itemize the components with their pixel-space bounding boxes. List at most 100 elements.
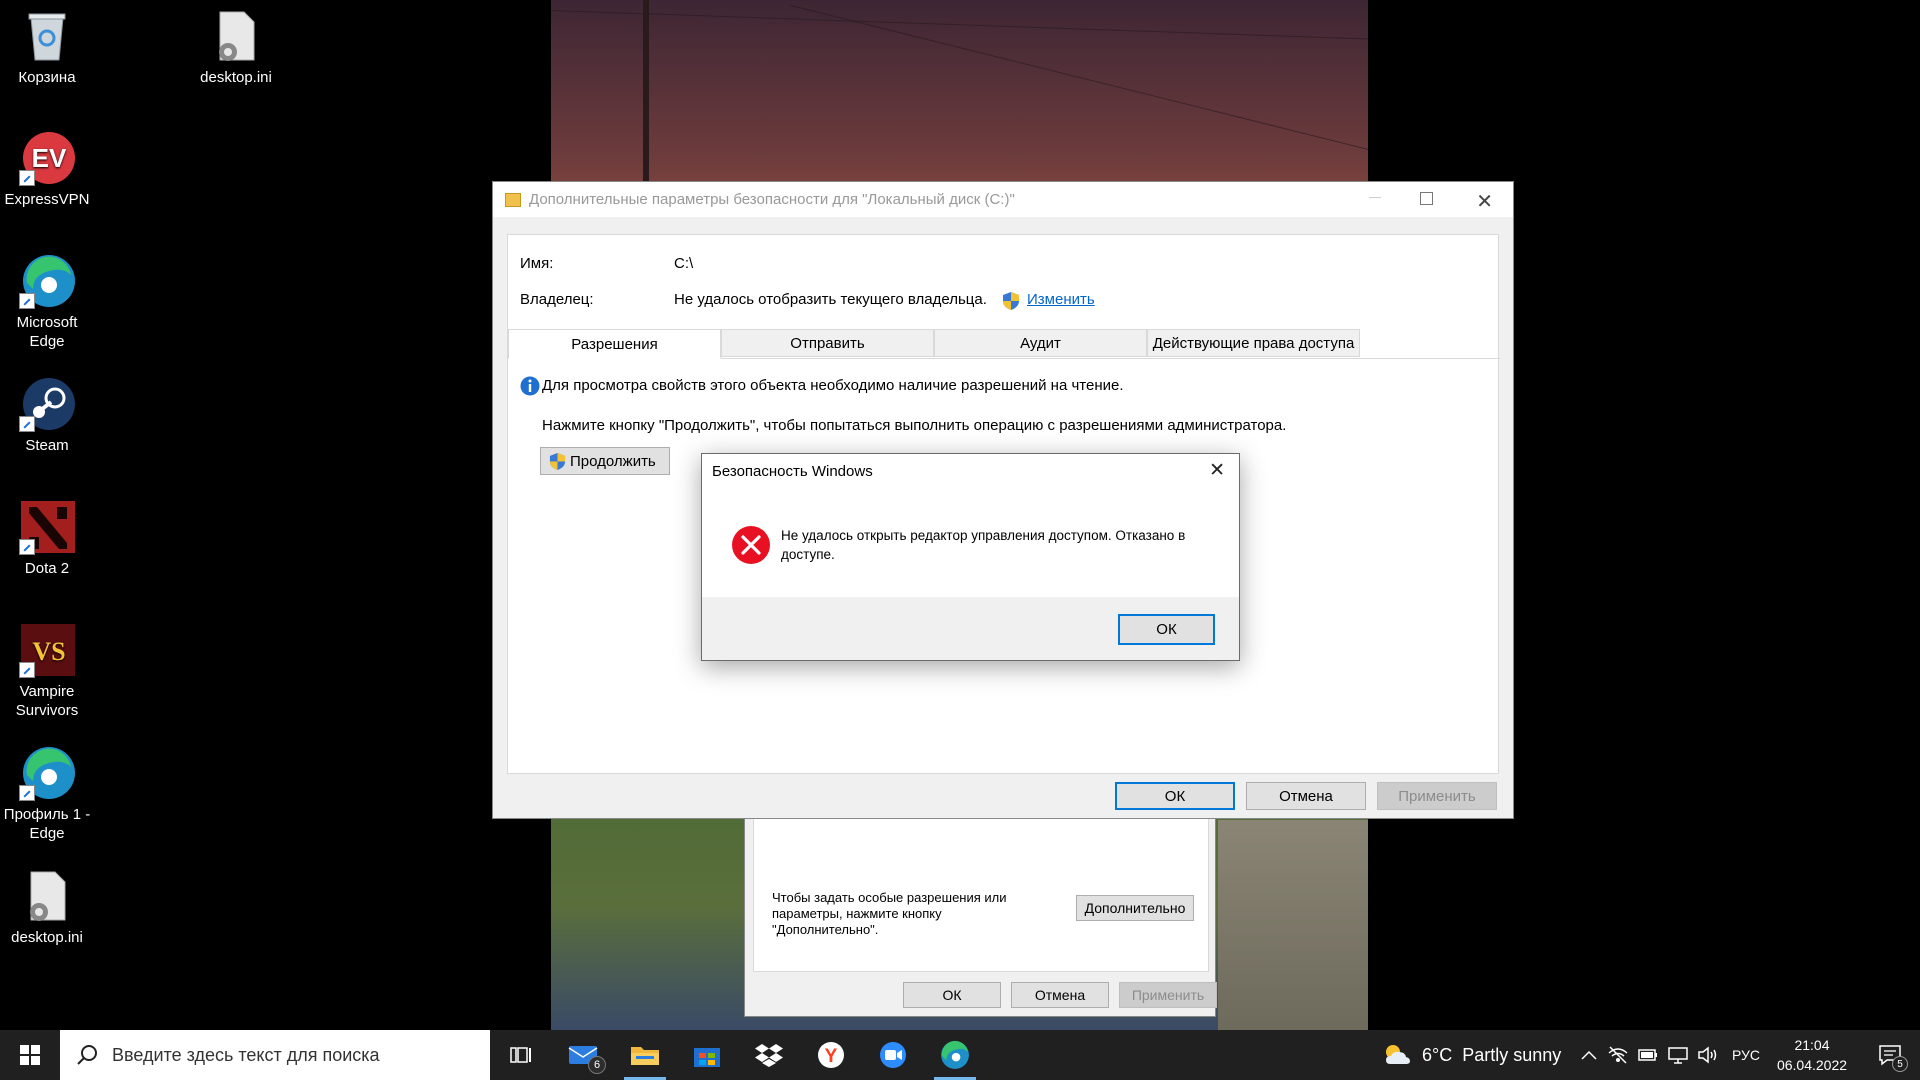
edge-icon	[19, 745, 75, 801]
continue-button[interactable]: Продолжить	[540, 447, 670, 475]
expressvpn-icon: EV	[19, 130, 75, 186]
folder-icon	[505, 192, 521, 207]
desktop-icon-label: Dota 2	[24, 560, 70, 577]
error-icon	[732, 526, 770, 564]
ok-button[interactable]: ОК	[903, 982, 1001, 1008]
dialog-body: Безопасность Windows ✕ Не удалось открыт…	[702, 454, 1239, 597]
desktop-icon-label: Microsoft Edge	[16, 314, 78, 350]
desktop-icon-recycle-bin[interactable]: Корзина	[0, 8, 94, 87]
taskbar: Введите здесь текст для поиска 6 Y 6°C P…	[0, 1030, 1920, 1080]
continue-button-label: Продолжить	[570, 452, 656, 470]
steam-icon	[19, 376, 75, 432]
weather-widget[interactable]: 6°C Partly sunny	[1382, 1030, 1561, 1080]
desktop-icon-desktop-ini-1[interactable]: desktop.ini	[189, 8, 283, 87]
apply-button: Применить	[1119, 982, 1217, 1008]
svg-text:EV: EV	[32, 143, 67, 173]
cancel-button[interactable]: Отмена	[1011, 982, 1109, 1008]
display-icon[interactable]	[1667, 1045, 1689, 1065]
clock-time: 21:04	[1794, 1037, 1830, 1053]
dialog-title: Безопасность Windows	[712, 463, 873, 480]
volume-icon[interactable]	[1697, 1045, 1719, 1065]
search-placeholder: Введите здесь текст для поиска	[112, 1044, 380, 1065]
desktop-icon-edge-profile[interactable]: Профиль 1 - Edge	[0, 745, 94, 843]
close-button[interactable]: ✕	[1476, 189, 1493, 214]
desktop-icon-label: desktop.ini	[200, 69, 272, 86]
search-icon	[77, 1045, 97, 1065]
edge-icon	[19, 253, 75, 309]
svg-text:Y: Y	[825, 1046, 838, 1067]
continue-hint: Нажмите кнопку "Продолжить", чтобы попыт…	[542, 417, 1287, 434]
network-icon[interactable]	[1607, 1045, 1629, 1065]
weather-text: 6°C Partly sunny	[1422, 1044, 1562, 1065]
wallpaper-pole	[643, 0, 649, 185]
desktop-icon-label: Профиль 1 - Edge	[3, 806, 91, 842]
store-icon	[694, 1048, 720, 1067]
desktop-icon-label: ExpressVPN	[4, 191, 90, 208]
name-label: Имя:	[520, 255, 554, 272]
ok-button[interactable]: ОК	[1115, 782, 1235, 810]
battery-icon[interactable]	[1637, 1045, 1659, 1065]
taskbar-yandex-browser[interactable]: Y	[800, 1030, 862, 1080]
tab-effective-access[interactable]: Действующие права доступа	[1147, 329, 1360, 357]
desktop-icon-desktop-ini-2[interactable]: desktop.ini	[0, 868, 94, 947]
taskbar-mail[interactable]: 6	[552, 1030, 614, 1080]
recycle-bin-icon	[19, 8, 75, 64]
search-box[interactable]: Введите здесь текст для поиска	[60, 1030, 490, 1080]
info-text: Для просмотра свойств этого объекта необ…	[542, 377, 1124, 394]
tab-strip: Разрешения Отправить Аудит Действующие п…	[508, 329, 1500, 359]
start-button[interactable]	[0, 1030, 60, 1080]
wallpaper-wire	[790, 5, 1368, 152]
desktop-icon-vampire-survivors[interactable]: VS Vampire Survivors	[0, 622, 94, 720]
notification-center-button[interactable]: 5	[1868, 1030, 1912, 1080]
chevron-up-icon[interactable]	[1578, 1045, 1600, 1065]
tab-share[interactable]: Отправить	[721, 329, 934, 357]
special-permissions-text: Чтобы задать особые разрешения или парам…	[772, 890, 1007, 937]
cancel-button[interactable]: Отмена	[1246, 782, 1366, 810]
svg-text:VS: VS	[32, 637, 65, 666]
title-bar: Дополнительные параметры безопасности дл…	[493, 182, 1513, 217]
settings-file-icon	[19, 868, 75, 924]
dialog-ok-button[interactable]: ОК	[1118, 614, 1215, 645]
desktop-icon-label: Vampire Survivors	[15, 683, 79, 719]
edge-icon	[941, 1040, 969, 1069]
tab-permissions[interactable]: Разрешения	[508, 329, 721, 359]
desktop-icon-dota-2[interactable]: Dota 2	[0, 499, 94, 578]
name-value: C:\	[674, 255, 694, 272]
partly-sunny-icon	[1386, 1045, 1410, 1064]
owner-value: Не удалось отобразить текущего владельца…	[674, 291, 987, 308]
desktop-icon-microsoft-edge[interactable]: Microsoft Edge	[0, 253, 94, 351]
desktop-icon-steam[interactable]: Steam	[0, 376, 94, 455]
tab-auditing[interactable]: Аудит	[934, 329, 1147, 357]
vampire-survivors-icon: VS	[19, 622, 75, 678]
dropbox-icon	[755, 1044, 783, 1067]
desktop-icon-label: Steam	[25, 437, 69, 454]
apply-button: Применить	[1377, 782, 1497, 810]
minimize-icon	[1369, 197, 1381, 198]
dialog-close-button[interactable]: ✕	[1209, 459, 1225, 482]
taskbar-file-explorer[interactable]	[614, 1030, 676, 1080]
desktop-icon-label: Корзина	[18, 69, 76, 86]
taskbar-zoom[interactable]	[862, 1030, 924, 1080]
uac-shield-icon	[1003, 292, 1019, 310]
change-owner-link[interactable]: Изменить	[1027, 291, 1095, 308]
folder-icon	[631, 1047, 659, 1065]
desktop-icon-label: desktop.ini	[11, 929, 83, 946]
window-title: Дополнительные параметры безопасности дл…	[529, 191, 1015, 208]
desktop-icon-expressvpn[interactable]: EV ExpressVPN	[0, 130, 94, 209]
input-language[interactable]: РУС	[1732, 1030, 1760, 1080]
maximize-button[interactable]	[1420, 192, 1433, 205]
advanced-button[interactable]: Дополнительно	[1076, 895, 1194, 921]
windows-logo-icon	[20, 1045, 40, 1065]
wallpaper-gravel	[1218, 820, 1368, 1030]
clock[interactable]: 21:04 06.04.2022	[1762, 1030, 1862, 1080]
uac-shield-icon	[549, 452, 566, 470]
clock-date: 06.04.2022	[1776, 1057, 1848, 1073]
taskbar-microsoft-store[interactable]	[676, 1030, 738, 1080]
info-icon	[520, 376, 540, 396]
owner-label: Владелец:	[520, 291, 594, 308]
taskbar-dropbox[interactable]	[738, 1030, 800, 1080]
task-view-icon	[510, 1047, 531, 1063]
task-view-button[interactable]	[490, 1030, 552, 1080]
zoom-icon	[880, 1042, 906, 1068]
taskbar-microsoft-edge[interactable]	[924, 1030, 986, 1080]
